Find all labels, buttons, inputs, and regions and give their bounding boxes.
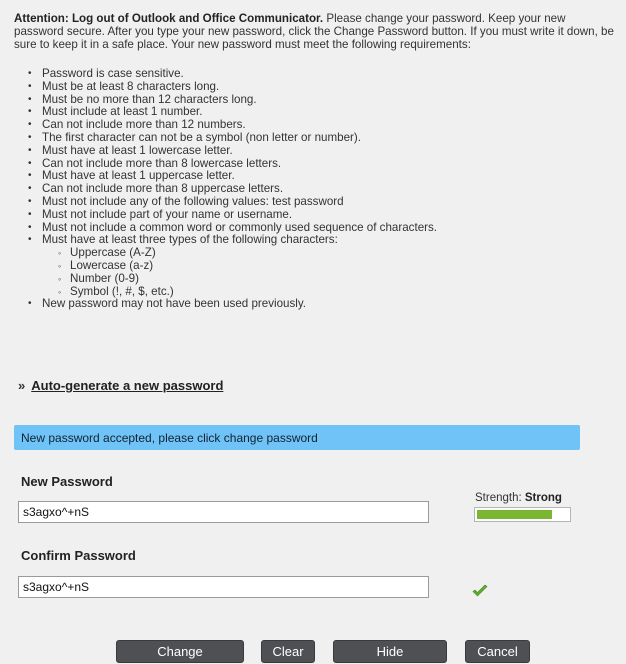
autogen-row: » Auto-generate a new password (18, 378, 223, 393)
requirement-item: Must not include part of your name or us… (28, 208, 608, 222)
new-password-label: New Password (21, 474, 113, 489)
cancel-button[interactable]: Cancel (465, 640, 530, 663)
requirement-item: Must not include any of the following va… (28, 195, 608, 209)
requirement-item: Password is case sensitive. (28, 67, 608, 81)
char-types-list: Uppercase (A-Z) Lowercase (a-z) Number (… (58, 246, 608, 298)
status-notice: New password accepted, please click chan… (14, 425, 580, 450)
requirement-item: New password may not have been used prev… (28, 298, 608, 311)
auto-generate-password-link[interactable]: Auto-generate a new password (31, 378, 223, 393)
strength-label: Strength: (475, 492, 522, 504)
attention-heading: Attention: Log out of Outlook and Office… (14, 12, 324, 25)
double-chevron-icon: » (18, 378, 26, 393)
requirement-item-label: Must have at least three types of the fo… (42, 233, 338, 247)
change-password-button[interactable]: Change Password (116, 640, 244, 663)
strength-value: Strong (524, 492, 562, 504)
requirement-item-char-types: Must have at least three types of the fo… (28, 233, 608, 298)
requirement-item: Must be at least 8 characters long. (28, 80, 608, 94)
confirm-password-label: Confirm Password (21, 548, 136, 563)
hide-passwords-button[interactable]: Hide Passwords (333, 640, 447, 663)
requirements-list: Password is case sensitive. Must be at l… (28, 67, 608, 311)
char-type-item: Lowercase (a-z) (58, 259, 608, 273)
instructions-text: Attention: Log out of Outlook and Office… (14, 12, 614, 51)
char-type-item: Number (0-9) (58, 272, 608, 286)
strength-meter (474, 507, 571, 522)
requirement-item: The first character can not be a symbol … (28, 131, 608, 145)
green-checkmark-icon (472, 584, 488, 597)
confirm-password-input[interactable] (18, 576, 429, 598)
strength-indicator: Strength: Strong (475, 492, 562, 504)
clear-button[interactable]: Clear (261, 640, 315, 663)
requirement-item: Must have at least 1 lowercase letter. (28, 144, 608, 158)
new-password-input[interactable] (18, 501, 429, 523)
strength-meter-fill (477, 510, 552, 519)
